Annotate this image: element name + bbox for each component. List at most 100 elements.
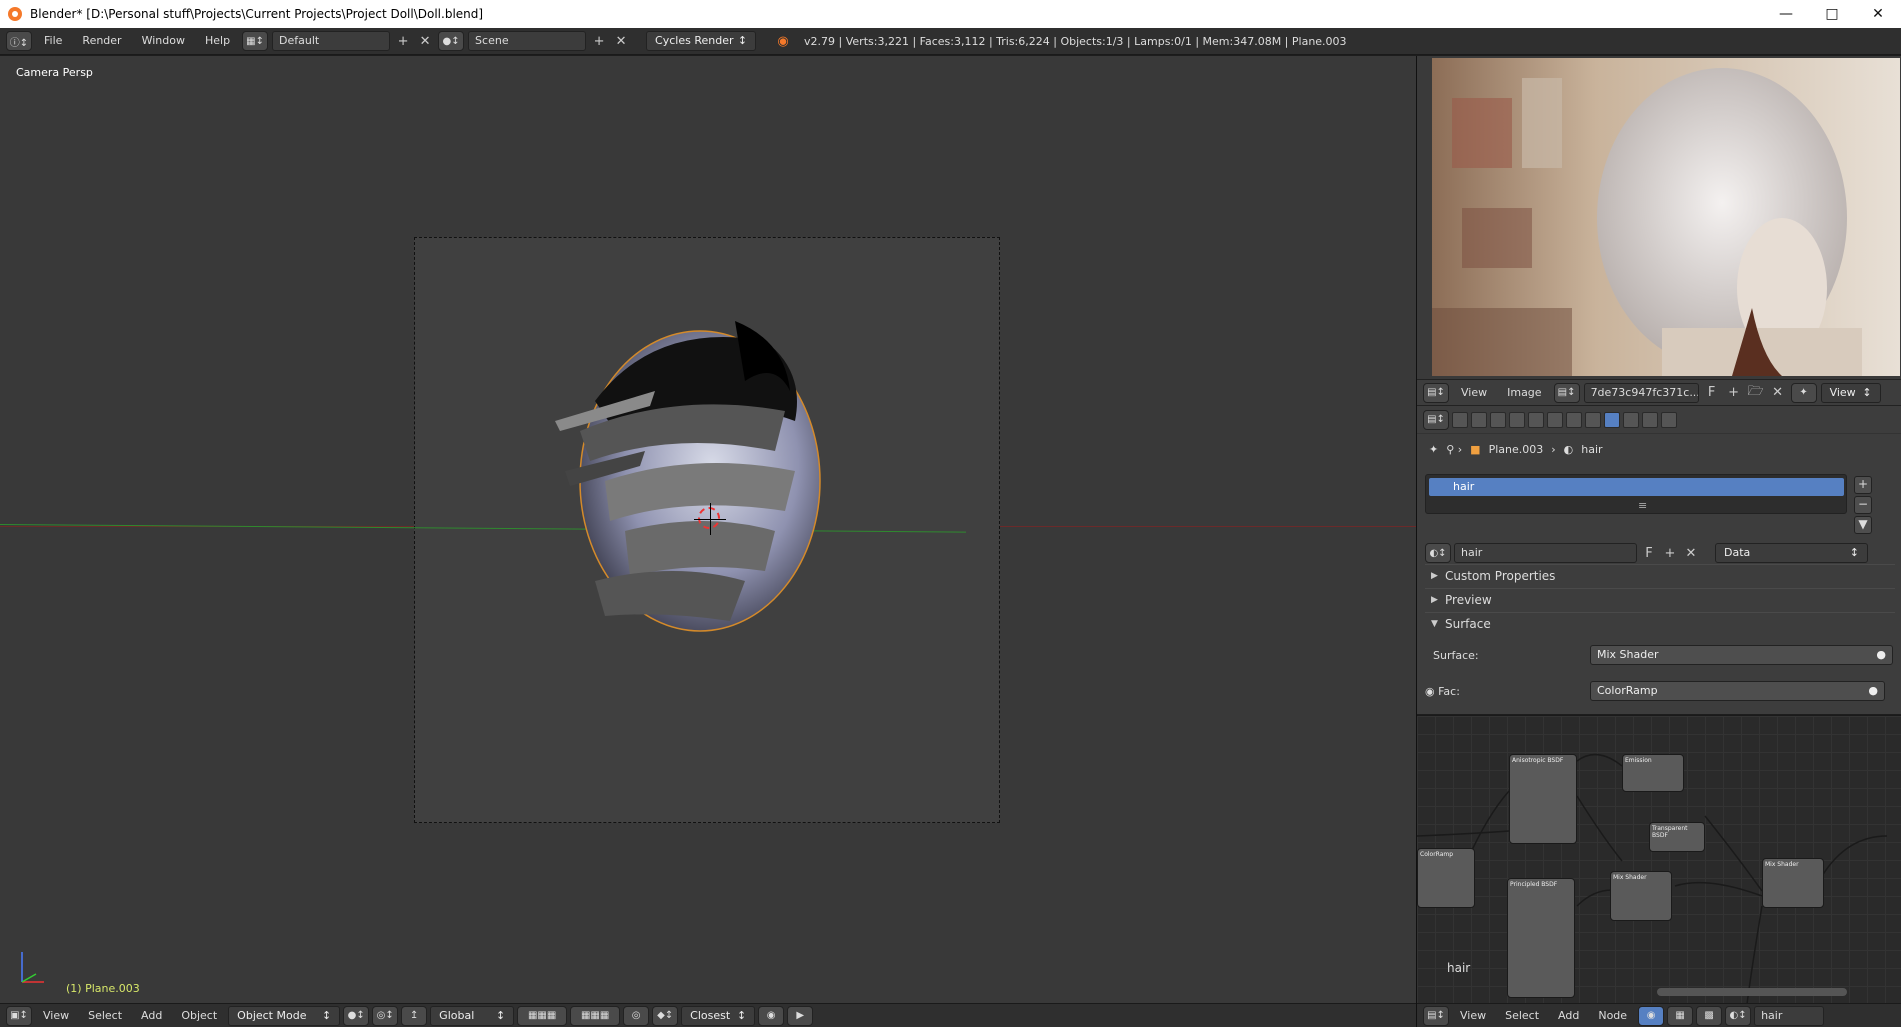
- render-anim-icon[interactable]: ▶: [787, 1005, 814, 1026]
- transform-orientation-dropdown[interactable]: Global ↕: [430, 1005, 515, 1026]
- pin-icon[interactable]: ✦: [1790, 382, 1817, 403]
- proportional-edit-icon[interactable]: ◎: [623, 1005, 650, 1026]
- editor-type-image-icon[interactable]: ▤↕: [1423, 382, 1449, 403]
- menu-add[interactable]: Add: [1550, 1006, 1587, 1026]
- surface-shader-button[interactable]: Mix Shader ●: [1590, 645, 1893, 665]
- new-material-icon[interactable]: +: [1661, 543, 1679, 563]
- material-tab-icon[interactable]: [1604, 411, 1620, 428]
- viewport-shading-icon[interactable]: ●↕: [343, 1005, 370, 1026]
- scene-stats: v2.79 | Verts:3,221 | Faces:3,112 | Tris…: [804, 34, 1347, 48]
- maximize-icon[interactable]: □: [1809, 0, 1855, 28]
- menu-select[interactable]: Select: [80, 1006, 130, 1026]
- add-scene-icon[interactable]: +: [590, 31, 608, 51]
- manipulator-icon[interactable]: ↥: [401, 1005, 428, 1026]
- particles-tab-icon[interactable]: [1642, 411, 1658, 428]
- menu-view[interactable]: View: [1453, 383, 1495, 403]
- menu-select[interactable]: Select: [1497, 1006, 1547, 1026]
- add-slot-button[interactable]: +: [1854, 476, 1872, 494]
- node-mix-shader-2[interactable]: Mix Shader: [1762, 858, 1824, 908]
- unlink-image-icon[interactable]: ✕: [1769, 383, 1787, 403]
- snap-target-dropdown[interactable]: Closest ↕: [681, 1005, 756, 1026]
- slot-specials-button[interactable]: ▼: [1854, 516, 1872, 534]
- physics-tab-icon[interactable]: [1661, 411, 1677, 428]
- pin-icon[interactable]: ✦: [1429, 443, 1438, 456]
- menu-node[interactable]: Node: [1590, 1006, 1635, 1026]
- world-tab-icon[interactable]: [1509, 411, 1525, 428]
- node-material-field[interactable]: hair: [1754, 1005, 1825, 1026]
- close-icon[interactable]: ✕: [1855, 0, 1901, 28]
- data-tab-icon[interactable]: [1585, 411, 1601, 428]
- unlink-material-icon[interactable]: ✕: [1682, 543, 1700, 563]
- node-emission[interactable]: Emission: [1622, 754, 1684, 792]
- render-tab-icon[interactable]: [1452, 411, 1468, 428]
- node-transparent-bsdf[interactable]: Transparent BSDF: [1649, 822, 1705, 852]
- view-mode-dropdown[interactable]: View ↕: [1820, 382, 1881, 403]
- editor-type-info-icon[interactable]: ⓘ↕: [6, 31, 32, 51]
- menu-window[interactable]: Window: [134, 31, 193, 51]
- fake-user-button[interactable]: F: [1703, 383, 1721, 403]
- texture-tab-icon[interactable]: [1623, 411, 1639, 428]
- node-mix-shader-1[interactable]: Mix Shader: [1610, 871, 1672, 921]
- modifiers-tab-icon[interactable]: [1566, 411, 1582, 428]
- editor-type-3d-icon[interactable]: ▣↕: [6, 1005, 32, 1026]
- editor-type-properties-icon[interactable]: ▤↕: [1423, 409, 1449, 430]
- node-editor[interactable]: Anisotropic BSDF Emission Transparent BS…: [1417, 715, 1901, 1003]
- menu-add[interactable]: Add: [133, 1006, 170, 1026]
- object-tab-icon[interactable]: [1528, 411, 1544, 428]
- constraints-tab-icon[interactable]: [1547, 411, 1563, 428]
- menu-render[interactable]: Render: [74, 31, 129, 51]
- link-dropdown[interactable]: Data ↕: [1715, 543, 1868, 563]
- layers-grid2-icon[interactable]: ▦▦▦: [570, 1005, 621, 1026]
- screen-layout-field[interactable]: Default: [272, 31, 391, 51]
- screen-layout-icon[interactable]: ▦↕: [242, 31, 269, 51]
- material-type-icon[interactable]: ◐↕: [1725, 1005, 1752, 1026]
- layers-grid-icon[interactable]: ▦▦▦: [517, 1005, 568, 1026]
- pivot-point-icon[interactable]: ◎↕: [372, 1005, 399, 1026]
- remove-scene-icon[interactable]: ✕: [612, 31, 630, 51]
- render-layers-tab-icon[interactable]: [1471, 411, 1487, 428]
- scene-tab-icon[interactable]: [1490, 411, 1506, 428]
- properties-tabs: ▤↕: [1417, 406, 1901, 434]
- menu-image[interactable]: Image: [1499, 383, 1549, 403]
- material-slot-item[interactable]: hair: [1429, 478, 1844, 496]
- interaction-mode-dropdown[interactable]: Object Mode ↕: [228, 1005, 341, 1026]
- browse-material-icon[interactable]: ◐↕: [1425, 543, 1451, 563]
- render-engine-dropdown[interactable]: Cycles Render ↕: [646, 31, 757, 51]
- image-editor[interactable]: [1417, 56, 1901, 379]
- material-name-field[interactable]: hair: [1454, 543, 1637, 563]
- browse-image-icon[interactable]: ▤↕: [1553, 382, 1580, 403]
- snap-element-icon[interactable]: ◆↕: [652, 1005, 679, 1026]
- fake-user-button[interactable]: F: [1640, 543, 1658, 563]
- node-anisotropic-bsdf[interactable]: Anisotropic BSDF: [1509, 754, 1577, 844]
- doll-head-model[interactable]: [535, 281, 835, 681]
- menu-view[interactable]: View: [35, 1006, 77, 1026]
- open-image-icon[interactable]: 🗁: [1747, 383, 1765, 403]
- scene-field[interactable]: Scene: [468, 31, 587, 51]
- material-slot-list[interactable]: hair ≡: [1425, 474, 1847, 514]
- minimize-icon[interactable]: —: [1763, 0, 1809, 28]
- panel-surface[interactable]: ▼ Surface: [1425, 612, 1895, 634]
- add-layout-icon[interactable]: +: [394, 31, 412, 51]
- fac-input-button[interactable]: ColorRamp ●: [1590, 681, 1885, 701]
- menu-object[interactable]: Object: [173, 1006, 225, 1026]
- panel-preview[interactable]: ▶ Preview: [1425, 588, 1895, 610]
- remove-layout-icon[interactable]: ✕: [416, 31, 434, 51]
- node-colorramp[interactable]: ColorRamp: [1417, 848, 1475, 908]
- 3d-viewport[interactable]: Camera Persp (1) Plane.003: [0, 56, 1416, 1003]
- menu-help[interactable]: Help: [197, 31, 238, 51]
- horizontal-scrollbar[interactable]: [1657, 988, 1847, 996]
- menu-file[interactable]: File: [36, 31, 70, 51]
- compositor-tree-icon[interactable]: ▦: [1667, 1005, 1694, 1026]
- texture-tree-icon[interactable]: ▩: [1696, 1005, 1723, 1026]
- editor-type-node-icon[interactable]: ▤↕: [1423, 1005, 1449, 1026]
- render-still-icon[interactable]: ◉: [758, 1005, 785, 1026]
- scene-icon[interactable]: ●↕: [438, 31, 465, 51]
- remove-slot-button[interactable]: −: [1854, 496, 1872, 514]
- panel-custom-properties[interactable]: ▶ Custom Properties: [1425, 564, 1895, 586]
- menu-view[interactable]: View: [1452, 1006, 1494, 1026]
- shader-tree-icon[interactable]: ◉: [1638, 1005, 1665, 1026]
- node-principled-bsdf[interactable]: Principled BSDF: [1507, 878, 1575, 998]
- list-resize-handle-icon[interactable]: ≡: [1638, 499, 1647, 512]
- new-image-icon[interactable]: +: [1725, 383, 1743, 403]
- image-name-field[interactable]: 7de73c947fc371c...: [1583, 382, 1699, 403]
